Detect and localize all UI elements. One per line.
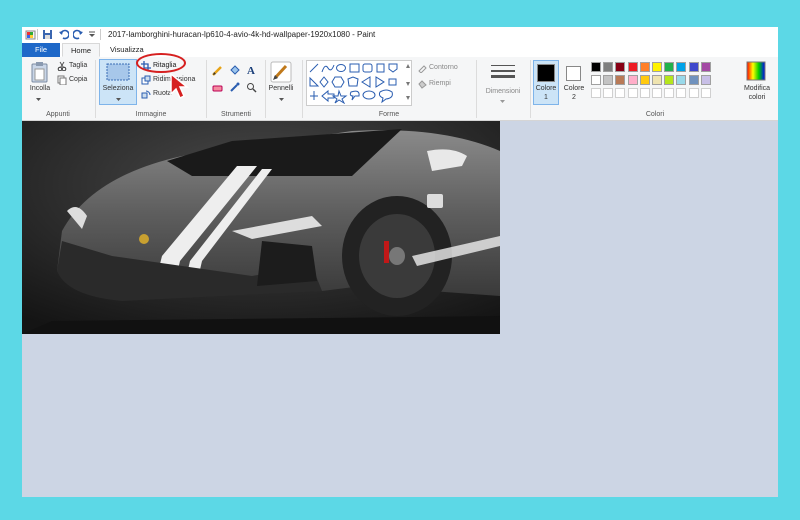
custom-color-slot[interactable] xyxy=(652,88,662,98)
paint-window: 2017-lamborghini-huracan-lp610-4-avio-4k… xyxy=(22,27,778,497)
clipboard-group-label: Appunti xyxy=(46,111,70,118)
color1-label: Colore xyxy=(535,85,557,92)
brushes-icon[interactable] xyxy=(270,61,292,83)
custom-color-slot[interactable] xyxy=(615,88,626,98)
size-dropdown-icon[interactable] xyxy=(499,99,506,104)
tab-file[interactable]: File xyxy=(22,43,60,57)
palette-swatch[interactable] xyxy=(664,75,675,85)
palette-swatch[interactable] xyxy=(664,62,675,72)
shapes-scroll-icon[interactable] xyxy=(405,62,411,104)
cut-label[interactable]: Taglia xyxy=(69,62,87,69)
paste-dropdown-icon[interactable] xyxy=(35,97,42,102)
tools-group-label: Strumenti xyxy=(221,111,251,118)
palette-swatch[interactable] xyxy=(652,75,662,85)
paste-icon[interactable] xyxy=(30,61,50,83)
eraser-icon[interactable] xyxy=(212,82,223,93)
custom-color-slot[interactable] xyxy=(676,88,687,98)
color2-label[interactable]: Colore xyxy=(561,85,587,92)
custom-color-slot[interactable] xyxy=(688,88,699,98)
car-image[interactable] xyxy=(22,121,500,334)
title-separator xyxy=(100,29,101,40)
ribbon-separator xyxy=(302,60,303,118)
select-icon xyxy=(106,63,130,81)
palette-swatch[interactable] xyxy=(676,75,687,85)
outline-label[interactable]: Contorno xyxy=(429,64,458,71)
select-label[interactable]: Seleziona xyxy=(99,85,137,92)
title-bar: 2017-lamborghini-huracan-lp610-4-avio-4k… xyxy=(22,27,778,43)
edit-colors-icon[interactable] xyxy=(746,61,766,81)
custom-color-slot[interactable] xyxy=(639,88,650,98)
custom-color-slot[interactable] xyxy=(627,88,638,98)
ribbon-separator xyxy=(95,60,96,118)
highlight-circle xyxy=(136,53,186,73)
palette-swatch[interactable] xyxy=(627,75,638,85)
palette-swatch[interactable] xyxy=(591,75,601,85)
magnifier-icon[interactable] xyxy=(246,82,257,93)
brushes-dropdown-icon[interactable] xyxy=(278,97,285,102)
title-separator xyxy=(37,29,38,40)
canvas-area[interactable] xyxy=(22,53,778,497)
palette-swatch[interactable] xyxy=(615,62,626,72)
edit-colors-label-2[interactable]: colori xyxy=(738,94,776,101)
select-dropdown-icon[interactable] xyxy=(115,97,122,102)
edit-colors-label[interactable]: Modifica xyxy=(738,85,776,92)
palette-swatch[interactable] xyxy=(627,62,638,72)
ribbon-separator xyxy=(206,60,207,118)
text-icon[interactable]: A xyxy=(246,64,257,76)
paste-label[interactable]: Incolla xyxy=(25,85,55,92)
image-group-label: Immagine xyxy=(135,111,167,118)
custom-color-slot[interactable] xyxy=(591,88,601,98)
rotate-icon[interactable] xyxy=(141,89,151,99)
palette-swatch[interactable] xyxy=(700,75,711,85)
cut-icon[interactable] xyxy=(57,61,67,71)
fill-label[interactable]: Riempi xyxy=(429,80,451,87)
color1-swatch xyxy=(537,64,555,82)
fill-icon[interactable] xyxy=(417,79,427,89)
paint-app-icon xyxy=(25,30,36,40)
cursor-arrow-icon xyxy=(170,72,190,100)
palette-swatch[interactable] xyxy=(615,75,626,85)
palette-swatch[interactable] xyxy=(603,75,614,85)
palette-swatch[interactable] xyxy=(591,62,601,72)
size-icon[interactable] xyxy=(490,63,516,83)
customize-quick-access-icon[interactable] xyxy=(88,29,96,40)
color1-number: 1 xyxy=(544,94,548,101)
color2-number: 2 xyxy=(572,94,576,101)
palette-swatch[interactable] xyxy=(676,62,687,72)
tab-view[interactable]: Visualizza xyxy=(110,43,144,57)
copy-icon[interactable] xyxy=(57,75,67,85)
colors-group-label: Colori xyxy=(645,111,665,118)
tab-home[interactable]: Home xyxy=(62,43,100,57)
shapes-gallery-icons[interactable] xyxy=(308,62,404,104)
redo-icon[interactable] xyxy=(73,29,84,40)
palette-swatch[interactable] xyxy=(603,62,614,72)
ribbon-tabs: File Home Visualizza xyxy=(22,43,778,58)
ribbon: Incolla Taglia Copia Appunti Seleziona R… xyxy=(22,57,778,121)
palette-swatch[interactable] xyxy=(688,75,699,85)
shapes-group-label: Forme xyxy=(378,111,400,118)
color2-swatch[interactable] xyxy=(566,66,581,81)
custom-color-slot[interactable] xyxy=(700,88,711,98)
window-title: 2017-lamborghini-huracan-lp610-4-avio-4k… xyxy=(108,30,376,39)
copy-label[interactable]: Copia xyxy=(69,76,87,83)
custom-color-slot[interactable] xyxy=(603,88,614,98)
outline-icon[interactable] xyxy=(417,63,427,73)
brushes-label[interactable]: Pennelli xyxy=(265,85,297,92)
lamborghini-car-illustration xyxy=(22,121,500,334)
custom-color-slot[interactable] xyxy=(664,88,675,98)
palette-swatch[interactable] xyxy=(639,75,650,85)
size-label[interactable]: Dimensioni xyxy=(477,88,529,95)
color-picker-icon[interactable] xyxy=(229,82,240,93)
palette-swatch[interactable] xyxy=(688,62,699,72)
fill-bucket-icon[interactable] xyxy=(229,65,240,76)
undo-icon[interactable] xyxy=(58,29,69,40)
palette-swatch[interactable] xyxy=(700,62,711,72)
save-icon[interactable] xyxy=(42,29,53,40)
svg-text:A: A xyxy=(247,65,255,76)
ribbon-separator xyxy=(530,60,531,118)
palette-swatch[interactable] xyxy=(652,62,662,72)
pencil-icon[interactable] xyxy=(212,65,223,76)
palette-swatch[interactable] xyxy=(639,62,650,72)
resize-icon[interactable] xyxy=(141,75,151,85)
